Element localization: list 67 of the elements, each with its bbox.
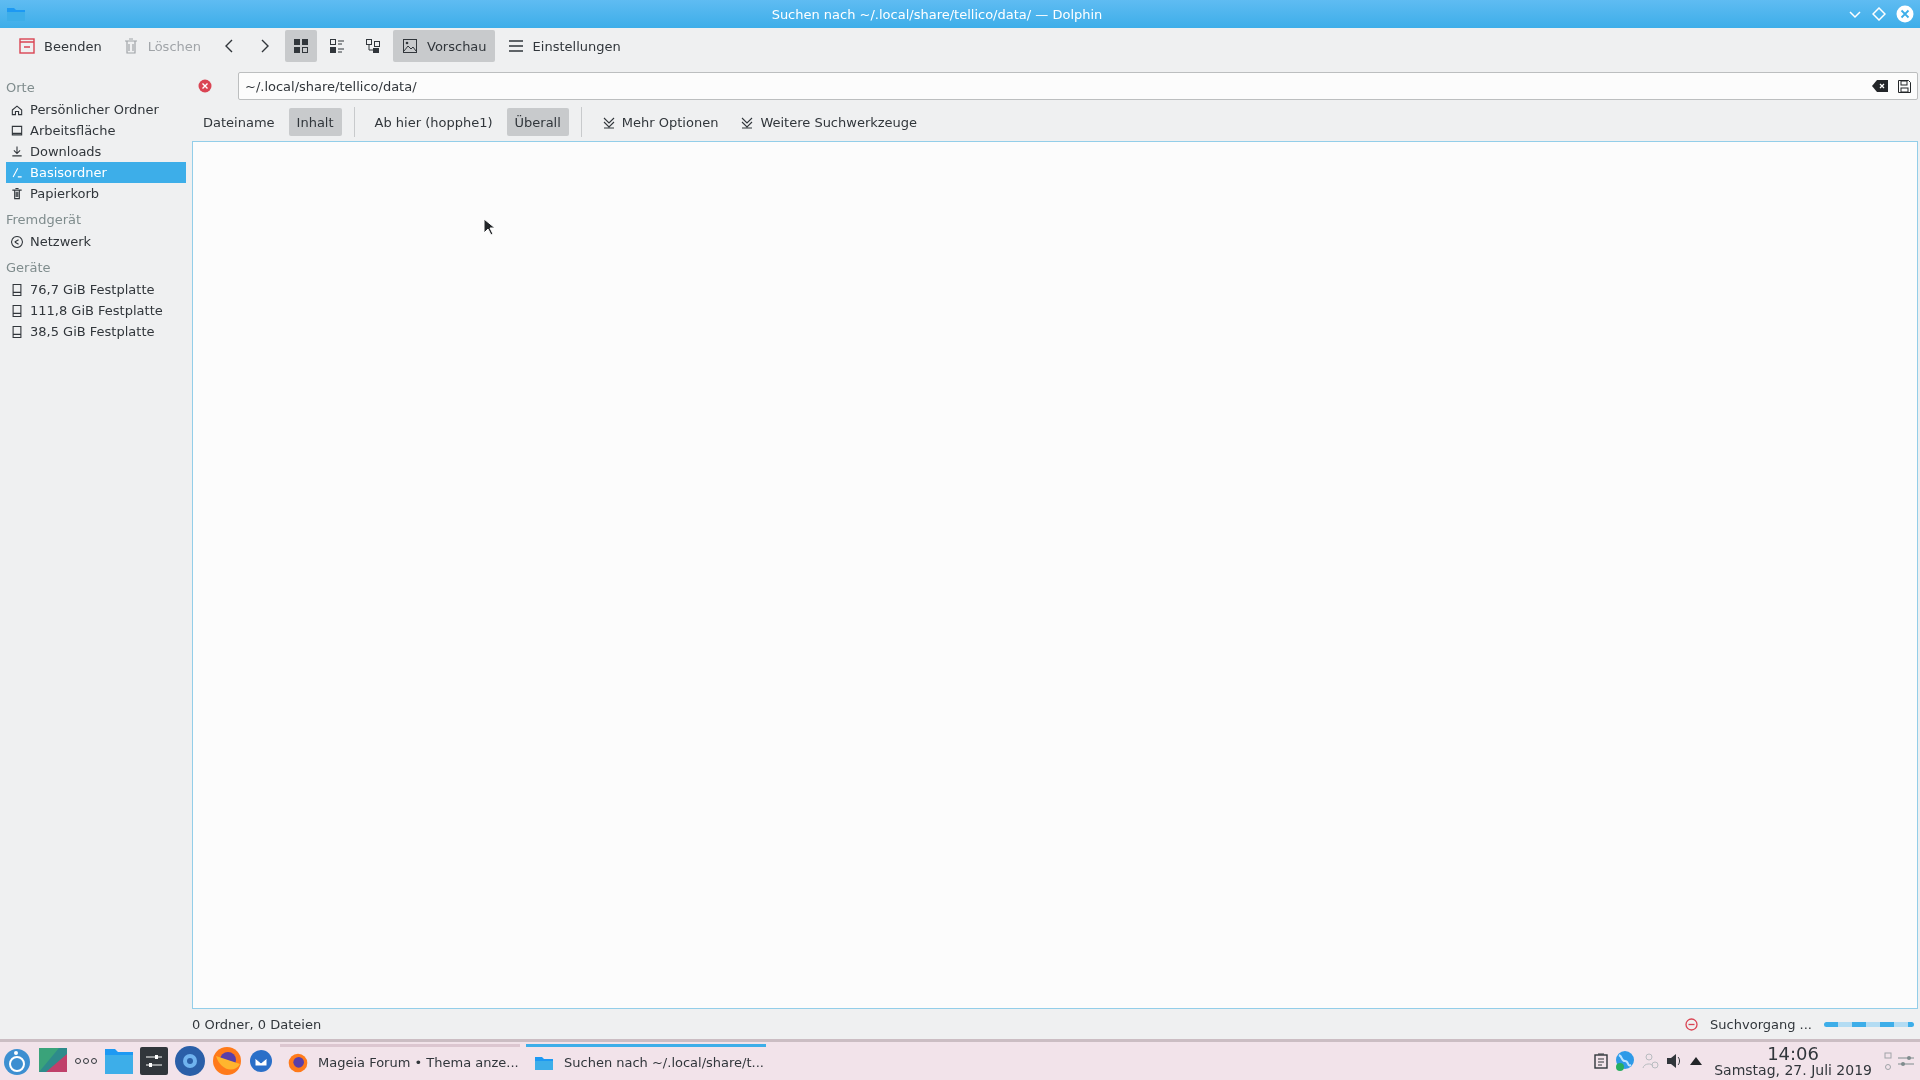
task-button[interactable]: Mageia Forum • Thema anze... [280,1044,520,1078]
app-launcher-icon[interactable] [2,1046,32,1076]
list-icon [328,37,347,55]
menu-icon [506,37,525,55]
place-item[interactable]: 111,8 GiB Festplatte [6,300,186,321]
quit-icon [18,37,36,55]
expand-icon [740,115,755,129]
mouse-pointer-icon [483,218,495,236]
panel-settings-icon[interactable] [1898,1054,1914,1068]
monitor-icon [10,123,24,138]
drive-icon [10,303,24,318]
maximize-icon[interactable] [1872,7,1886,21]
search-field[interactable]: ~/.local/share/tellico/data/ [238,72,1918,100]
filter-toggle[interactable]: Inhalt [288,108,342,136]
status-summary: 0 Ordner, 0 Dateien [192,1016,322,1032]
grid-icon [292,37,311,55]
task-button[interactable]: Suchen nach ~/.local/share/t... [526,1044,766,1078]
image-icon [401,37,420,55]
settings-button[interactable]: Einstellungen [498,30,629,62]
clipboard-icon[interactable] [1594,1053,1609,1069]
more-icon[interactable] [74,1057,98,1065]
section-heading: Orte [6,79,36,97]
expand-options-button[interactable]: Weitere Suchwerkzeuge [732,108,926,136]
forward-icon [261,39,270,53]
filter-toggle[interactable]: Ab hier (hopphe1) [366,108,501,136]
close-icon[interactable] [1896,5,1914,23]
sliders-icon[interactable] [140,1047,168,1075]
globe-icon[interactable] [1614,1050,1637,1072]
clock[interactable]: 14:06 Samstag, 27. Juli 2019 [1708,1045,1878,1077]
progress-text: Suchvorgang ... [1710,1016,1812,1032]
save-icon[interactable] [1898,79,1911,93]
section-heading: Fremdgerät [6,211,83,229]
drive-icon [10,324,24,339]
slash-icon [10,165,24,180]
quit-button[interactable]: Beenden [10,30,110,62]
folder-icon [6,6,26,22]
place-item[interactable]: Netzwerk [6,231,186,252]
icons-view-button[interactable] [285,30,318,62]
window-title: Suchen nach ~/.local/share/tellico/data/ — Dolphin [770,6,1104,22]
download-icon [10,144,24,159]
expand-icon [601,115,616,129]
place-item[interactable]: Papierkorb [6,183,186,204]
browser-icon [288,1052,308,1073]
place-item[interactable]: Downloads [6,141,186,162]
expand-tray-icon[interactable] [1690,1057,1703,1065]
expand-options-button[interactable]: Mehr Optionen [593,108,727,136]
place-item[interactable]: Persönlicher Ordner [6,99,186,120]
stop-icon[interactable] [1685,1017,1699,1031]
folder-icon[interactable] [104,1046,134,1076]
clear-icon[interactable] [1872,80,1888,92]
close-search-icon[interactable] [198,79,212,93]
mail-client-icon[interactable] [248,1048,274,1074]
drive-icon [10,282,24,297]
place-item[interactable]: 38,5 GiB Festplatte [6,321,186,342]
network-icon [10,234,24,249]
clock-date: Samstag, 27. Juli 2019 [1714,1063,1872,1077]
tree-icon [364,37,383,55]
section-heading: Geräte [6,259,52,277]
place-item[interactable]: 76,7 GiB Festplatte [6,279,186,300]
filter-toggle[interactable]: Dateiname [195,108,283,136]
back-icon [225,39,234,53]
browser-icon[interactable] [212,1046,242,1076]
clock-time: 14:06 [1767,1045,1819,1063]
trash-icon [10,186,24,201]
filter-toggle[interactable]: Überall [506,108,569,136]
place-item[interactable]: Arbeitsfläche [6,120,186,141]
preview-button[interactable]: Vorschau [393,30,495,62]
